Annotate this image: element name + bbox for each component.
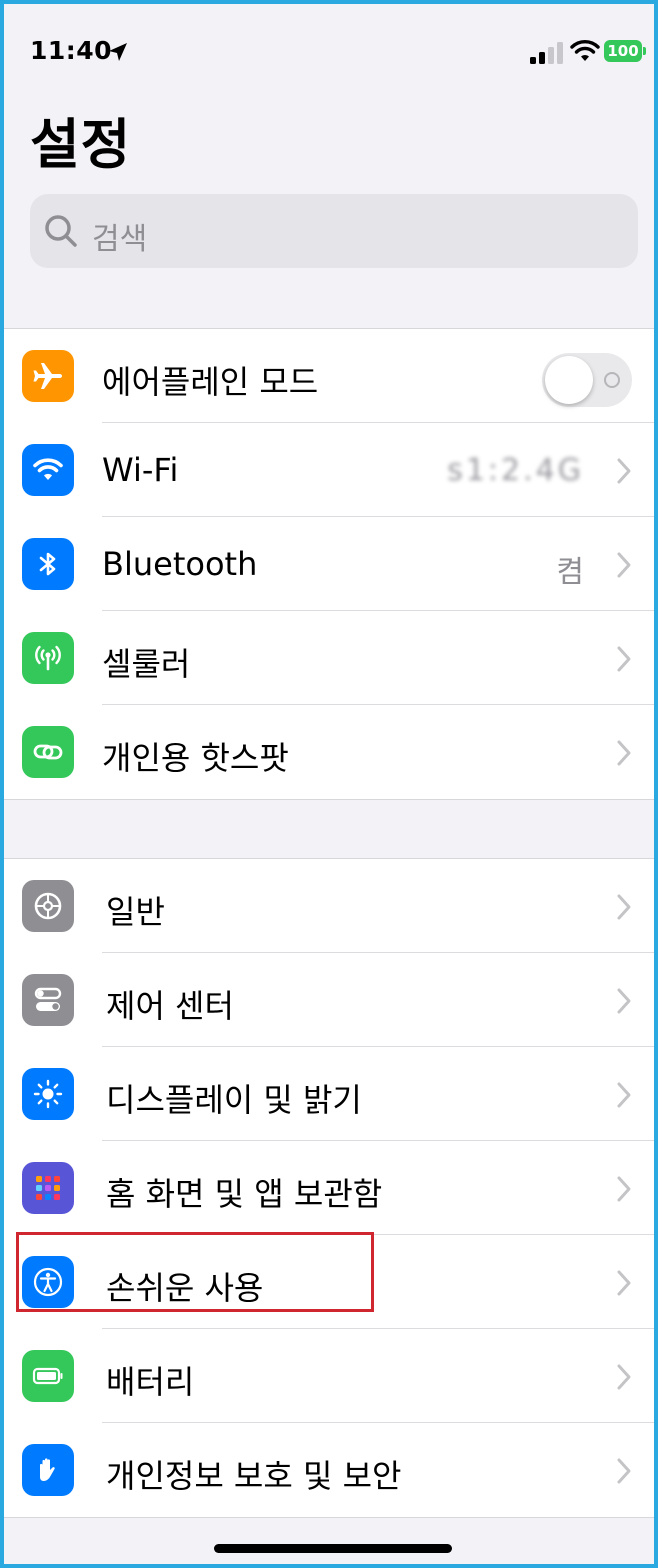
chevron-right-icon	[617, 988, 631, 1014]
chevron-right-icon	[617, 894, 631, 920]
chevron-right-icon	[617, 552, 631, 578]
wifi-status-icon	[570, 40, 600, 61]
settings-row-general[interactable]: 일반	[4, 859, 654, 953]
settings-row-personal-hotspot[interactable]: 개인용 핫스팟	[4, 705, 654, 799]
settings-screen: 11:40 100 설정 검색 에어플레인 모드 Wi-Fi s1:2.4G B…	[0, 0, 658, 1568]
chevron-right-icon	[617, 458, 631, 484]
battery-icon	[22, 1350, 74, 1402]
row-label: 셀룰러	[102, 645, 191, 683]
chevron-right-icon	[617, 740, 631, 766]
settings-row-wifi[interactable]: Wi-Fi s1:2.4G	[4, 423, 654, 517]
chevron-right-icon	[617, 646, 631, 672]
home-indicator[interactable]	[214, 1544, 452, 1553]
connectivity-group: 에어플레인 모드 Wi-Fi s1:2.4G Bluetooth 켬 셀룰러 개…	[4, 328, 654, 800]
page-title: 설정	[30, 113, 132, 176]
toggle-off-indicator	[604, 372, 620, 388]
search-placeholder: 검색	[92, 222, 148, 257]
chevron-right-icon	[617, 1082, 631, 1108]
row-label: 개인정보 보호 및 보안	[106, 1457, 402, 1495]
battery-level: 100	[604, 40, 642, 62]
status-time: 11:40	[30, 36, 113, 65]
row-label: 디스플레이 및 밝기	[106, 1081, 362, 1119]
app-grid-icon	[22, 1162, 74, 1214]
row-label: Bluetooth	[102, 545, 258, 583]
antenna-icon	[22, 632, 74, 684]
wifi-network-name: s1:2.4G	[447, 453, 584, 488]
chevron-right-icon	[617, 1176, 631, 1202]
settings-row-bluetooth[interactable]: Bluetooth 켬	[4, 517, 654, 611]
row-label: Wi-Fi	[102, 451, 179, 489]
airplane-icon	[22, 350, 74, 402]
row-label: 개인용 핫스팟	[102, 739, 289, 777]
row-label: 홈 화면 및 앱 보관함	[106, 1175, 383, 1213]
wifi-icon	[22, 444, 74, 496]
settings-row-airplane-mode[interactable]: 에어플레인 모드	[4, 329, 654, 423]
chevron-right-icon	[617, 1458, 631, 1484]
search-icon	[45, 215, 77, 247]
general-group: 일반 제어 센터 디스플레이 및 밝기 홈 화면 및 앱 보관함 손쉬운 사용 …	[4, 858, 654, 1518]
sun-icon	[22, 1068, 74, 1120]
switches-icon	[22, 974, 74, 1026]
battery-tip	[643, 47, 646, 55]
airplane-mode-toggle[interactable]	[542, 353, 632, 407]
battery-icon: 100	[604, 40, 646, 62]
gear-icon	[22, 880, 74, 932]
status-bar: 11:40 100	[4, 4, 654, 94]
row-label: 제어 센터	[106, 987, 234, 1025]
toggle-knob	[545, 356, 593, 404]
settings-row-battery[interactable]: 배터리	[4, 1329, 654, 1423]
accessibility-highlight-box	[16, 1232, 374, 1312]
row-label: 일반	[106, 893, 165, 931]
settings-row-display-brightness[interactable]: 디스플레이 및 밝기	[4, 1047, 654, 1141]
chevron-right-icon	[617, 1364, 631, 1390]
row-label: 배터리	[106, 1363, 195, 1401]
bluetooth-status: 켬	[556, 555, 584, 590]
bluetooth-icon	[22, 538, 74, 590]
location-arrow-icon	[109, 43, 127, 61]
hand-icon	[22, 1444, 74, 1496]
settings-row-home-screen[interactable]: 홈 화면 및 앱 보관함	[4, 1141, 654, 1235]
link-icon	[22, 726, 74, 778]
settings-row-privacy-security[interactable]: 개인정보 보호 및 보안	[4, 1423, 654, 1517]
settings-row-cellular[interactable]: 셀룰러	[4, 611, 654, 705]
chevron-right-icon	[617, 1270, 631, 1296]
cellular-signal-icon	[530, 42, 563, 64]
settings-row-control-center[interactable]: 제어 센터	[4, 953, 654, 1047]
search-field[interactable]: 검색	[30, 194, 638, 268]
row-label: 에어플레인 모드	[102, 363, 319, 401]
